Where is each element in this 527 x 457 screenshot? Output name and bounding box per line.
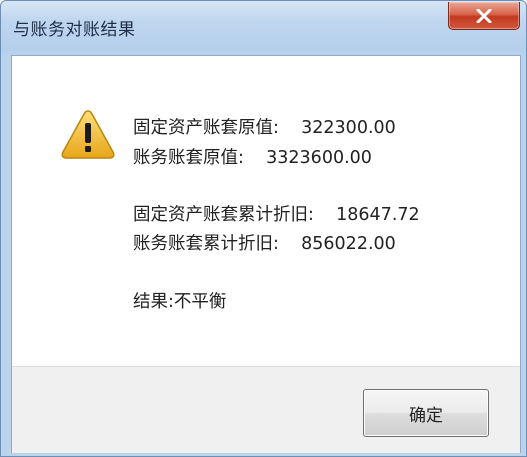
account-original-value-text: 账务账套原值: 3323600.00 [133,148,372,168]
fixed-asset-original-value-text: 固定资产账套原值: 322300.00 [133,118,396,138]
warning-icon [61,110,115,159]
fixed-asset-depreciation-text: 固定资产账套累计折旧: 18647.72 [133,205,420,225]
result-text: 结果:不平衡 [133,292,227,312]
ok-button[interactable]: 确定 [363,389,489,437]
close-icon [476,8,492,23]
window-title: 与账务对账结果 [13,20,136,40]
title-bar[interactable]: 与账务对账结果 [1,1,526,55]
dialog-content: 固定资产账套原值: 322300.00 账务账套原值: 3323600.00 固… [11,55,521,453]
button-footer: 确定 [12,366,520,453]
close-button[interactable] [448,2,520,30]
dialog-window: 与账务对账结果 固定资产账套原值: 322300.00 账务账套原值: 3323… [0,0,527,457]
account-depreciation-text: 账务账套累计折旧: 856022.00 [133,234,396,254]
